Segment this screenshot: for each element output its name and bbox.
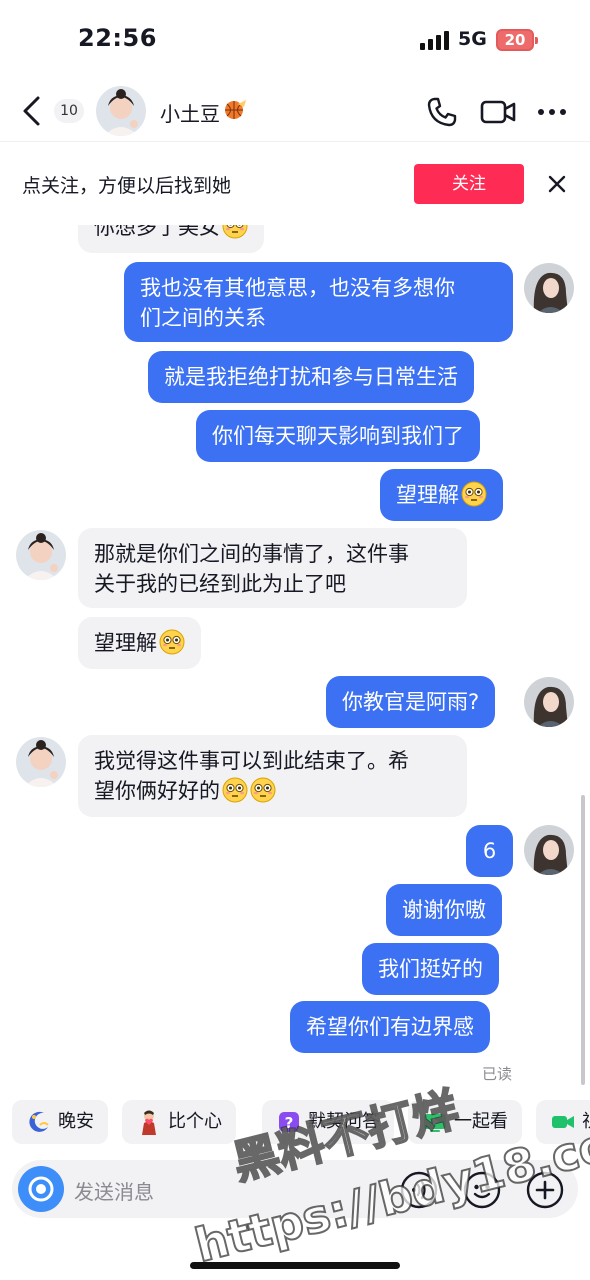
basketball-icon xyxy=(225,100,246,119)
contact-message-avatar[interactable] xyxy=(16,530,66,580)
contact-message-avatar[interactable] xyxy=(16,737,66,787)
message-text: 望理解 xyxy=(396,483,459,507)
flushed-emoji-icon xyxy=(222,225,248,239)
moon-icon xyxy=(29,1111,49,1132)
quick-action-label: 视 xyxy=(582,1111,590,1132)
message-input-bar: 发送消息 xyxy=(12,1160,578,1218)
plus-icon[interactable] xyxy=(526,1171,564,1209)
camera-icon xyxy=(28,1176,54,1202)
message-text-line: 我觉得这件事可以到此结束了。希 xyxy=(94,749,409,773)
read-status: 已读 xyxy=(482,1065,513,1083)
message-text-line: 们之间的关系 xyxy=(140,306,266,330)
phone-call-icon[interactable] xyxy=(426,96,458,128)
svg-text:?: ? xyxy=(285,1114,294,1132)
message-text: 希望你们有边界感 xyxy=(306,1015,474,1039)
follow-banner: 点关注，方便以后找到她 关注 xyxy=(0,143,590,225)
message-text-line: 关于我的已经到此为止了吧 xyxy=(94,572,346,596)
quick-action-quiz[interactable]: ? 默契问答 xyxy=(262,1100,394,1144)
quick-action-label: 晚安 xyxy=(58,1111,94,1132)
quick-action-label: 比个心 xyxy=(168,1111,222,1132)
message-bubble-outgoing[interactable]: 你们每天聊天影响到我们了 xyxy=(196,410,480,462)
my-avatar[interactable] xyxy=(524,825,574,875)
signal-strength-icon xyxy=(420,30,450,50)
chat-header: 10 小土豆 xyxy=(0,80,590,142)
quick-action-label: 一起看 xyxy=(454,1111,508,1132)
message-bubble-outgoing[interactable]: 望理解 xyxy=(380,469,503,521)
message-bubble-outgoing[interactable]: 希望你们有边界感 xyxy=(290,1001,490,1053)
scrollbar[interactable] xyxy=(581,795,585,1085)
message-bubble-outgoing[interactable]: 我们挺好的 xyxy=(362,943,499,995)
message-bubble-outgoing[interactable]: 我也没有其他意思，也没有多想你 们之间的关系 xyxy=(124,262,513,342)
battery-level: 20 xyxy=(504,31,526,49)
message-bubble-outgoing[interactable]: 谢谢你嗷 xyxy=(386,884,502,936)
close-icon[interactable] xyxy=(546,173,568,195)
contact-avatar[interactable] xyxy=(96,86,146,136)
flushed-emoji-icon xyxy=(159,629,185,655)
watch-together-icon xyxy=(424,1114,446,1132)
status-time: 22:56 xyxy=(78,24,157,52)
message-bubble-outgoing[interactable]: 6 xyxy=(466,825,513,877)
quick-action-good-night[interactable]: 晚安 xyxy=(12,1100,108,1144)
quick-action-watch-together[interactable]: 一起看 xyxy=(408,1100,522,1144)
message-text: 你想多了美女 xyxy=(94,225,220,239)
video-call-icon[interactable] xyxy=(480,98,516,126)
message-list[interactable]: 你想多了美女 我也没有其他意思，也没有多想你 们之间的关系 就是我拒绝打扰和参与… xyxy=(0,225,590,1090)
unread-count-badge[interactable]: 10 xyxy=(54,99,84,123)
video-chat-icon xyxy=(552,1116,574,1128)
message-text: 我们挺好的 xyxy=(378,957,483,981)
camera-button[interactable] xyxy=(18,1166,64,1212)
quick-action-heart[interactable]: 比个心 xyxy=(122,1100,236,1144)
emoji-picker-icon[interactable] xyxy=(463,1171,501,1209)
back-arrow-icon[interactable] xyxy=(18,94,46,128)
quiz-icon: ? xyxy=(279,1112,299,1132)
follow-prompt-text: 点关注，方便以后找到她 xyxy=(22,175,232,197)
message-bubble-incoming[interactable]: 你想多了美女 xyxy=(78,225,264,253)
message-text: 你们每天聊天影响到我们了 xyxy=(212,424,464,448)
status-bar: 22:56 5G 20 xyxy=(0,0,590,80)
voice-message-icon[interactable] xyxy=(400,1171,438,1209)
more-options-icon[interactable] xyxy=(536,98,568,126)
quick-action-video-chat[interactable]: 视 xyxy=(536,1100,590,1144)
message-bubble-outgoing[interactable]: 你教官是阿雨? xyxy=(326,676,496,728)
message-text: 就是我拒绝打扰和参与日常生活 xyxy=(164,365,458,389)
message-text: 望理解 xyxy=(94,631,157,655)
message-text-line: 那就是你们之间的事情了，这件事 xyxy=(94,542,409,566)
heart-gesture-icon xyxy=(142,1110,156,1135)
flushed-emoji-icon xyxy=(222,777,248,803)
quick-action-label: 默契问答 xyxy=(308,1111,380,1132)
message-bubble-incoming[interactable]: 望理解 xyxy=(78,617,201,669)
network-type: 5G xyxy=(458,28,487,50)
flushed-emoji-icon xyxy=(461,481,487,507)
message-text-line: 望你俩好好的 xyxy=(94,779,220,803)
message-text: 6 xyxy=(482,839,497,863)
message-bubble-incoming[interactable]: 我觉得这件事可以到此结束了。希 望你俩好好的 xyxy=(78,735,467,817)
home-indicator[interactable] xyxy=(190,1262,400,1269)
battery-icon: 20 xyxy=(496,29,538,51)
message-bubble-incoming[interactable]: 那就是你们之间的事情了，这件事 关于我的已经到此为止了吧 xyxy=(78,528,467,608)
my-avatar[interactable] xyxy=(524,677,574,727)
my-avatar[interactable] xyxy=(524,263,574,313)
message-text: 你教官是阿雨? xyxy=(342,690,480,714)
message-input[interactable]: 发送消息 xyxy=(74,1176,154,1205)
message-text-line: 我也没有其他意思，也没有多想你 xyxy=(140,276,455,300)
message-text: 谢谢你嗷 xyxy=(402,898,486,922)
flushed-emoji-icon xyxy=(250,777,276,803)
message-bubble-outgoing[interactable]: 就是我拒绝打扰和参与日常生活 xyxy=(148,351,474,403)
follow-button[interactable]: 关注 xyxy=(414,164,524,204)
quick-actions-bar[interactable]: 晚安 比个心 ? 默契问答 一起看 视 xyxy=(0,1100,590,1146)
contact-name[interactable]: 小土豆 xyxy=(160,98,220,127)
